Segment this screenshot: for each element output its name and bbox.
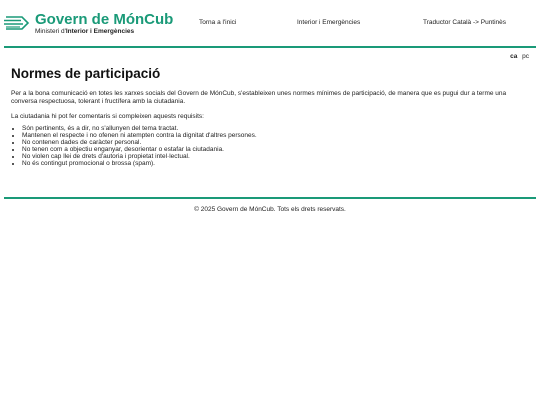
brand-sub-prefix: Ministeri d' (35, 28, 66, 35)
list-item: No tenen com a objectiu enganyar, desori… (22, 146, 531, 153)
footer-divider (4, 197, 536, 199)
logo-icon[interactable] (4, 14, 30, 32)
nav-link-translator[interactable]: Traductor Català -> Puntinès (423, 19, 506, 26)
site-footer: © 2025 Govern de MónCub. Tots els drets … (0, 206, 540, 213)
header-divider (4, 46, 536, 48)
site-header: Govern de MónCub Ministeri d'Interior i … (0, 0, 540, 46)
list-item: No és contingut promocional o brossa (sp… (22, 160, 531, 167)
nav-link-home[interactable]: Torna a l'inici (199, 19, 236, 26)
requirements-list: Són pertinents, és a dir, no s'allunyen … (11, 125, 531, 167)
criteria-intro: La ciutadania hi pot fer comentaris si c… (11, 113, 204, 120)
list-item: Mantenen el respecte i no ofenen ni atem… (22, 132, 531, 139)
main-content: Normes de participació Per a la bona com… (11, 66, 531, 167)
brand-title[interactable]: Govern de MónCub (35, 11, 173, 28)
brand-sub-bold: Interior i Emergències (65, 28, 135, 35)
list-item: No violen cap llei de drets d'autoria i … (22, 153, 531, 160)
intro-paragraph: Per a la bona comunicació en totes les x… (11, 90, 507, 105)
lang-option-pc[interactable]: pc (522, 53, 529, 60)
list-item: No contenen dades de caràcter personal. (22, 139, 531, 146)
copyright-text: © 2025 Govern de MónCub. Tots els drets … (194, 206, 346, 213)
brand-subtitle: Ministeri d'Interior i Emergències (35, 28, 134, 35)
language-switcher: ca pc (507, 53, 529, 60)
nav-link-interior[interactable]: Interior i Emergències (297, 19, 360, 26)
page-title: Normes de participació (11, 66, 161, 81)
list-item: Són pertinents, és a dir, no s'allunyen … (22, 125, 531, 132)
lang-option-ca[interactable]: ca (510, 53, 517, 60)
